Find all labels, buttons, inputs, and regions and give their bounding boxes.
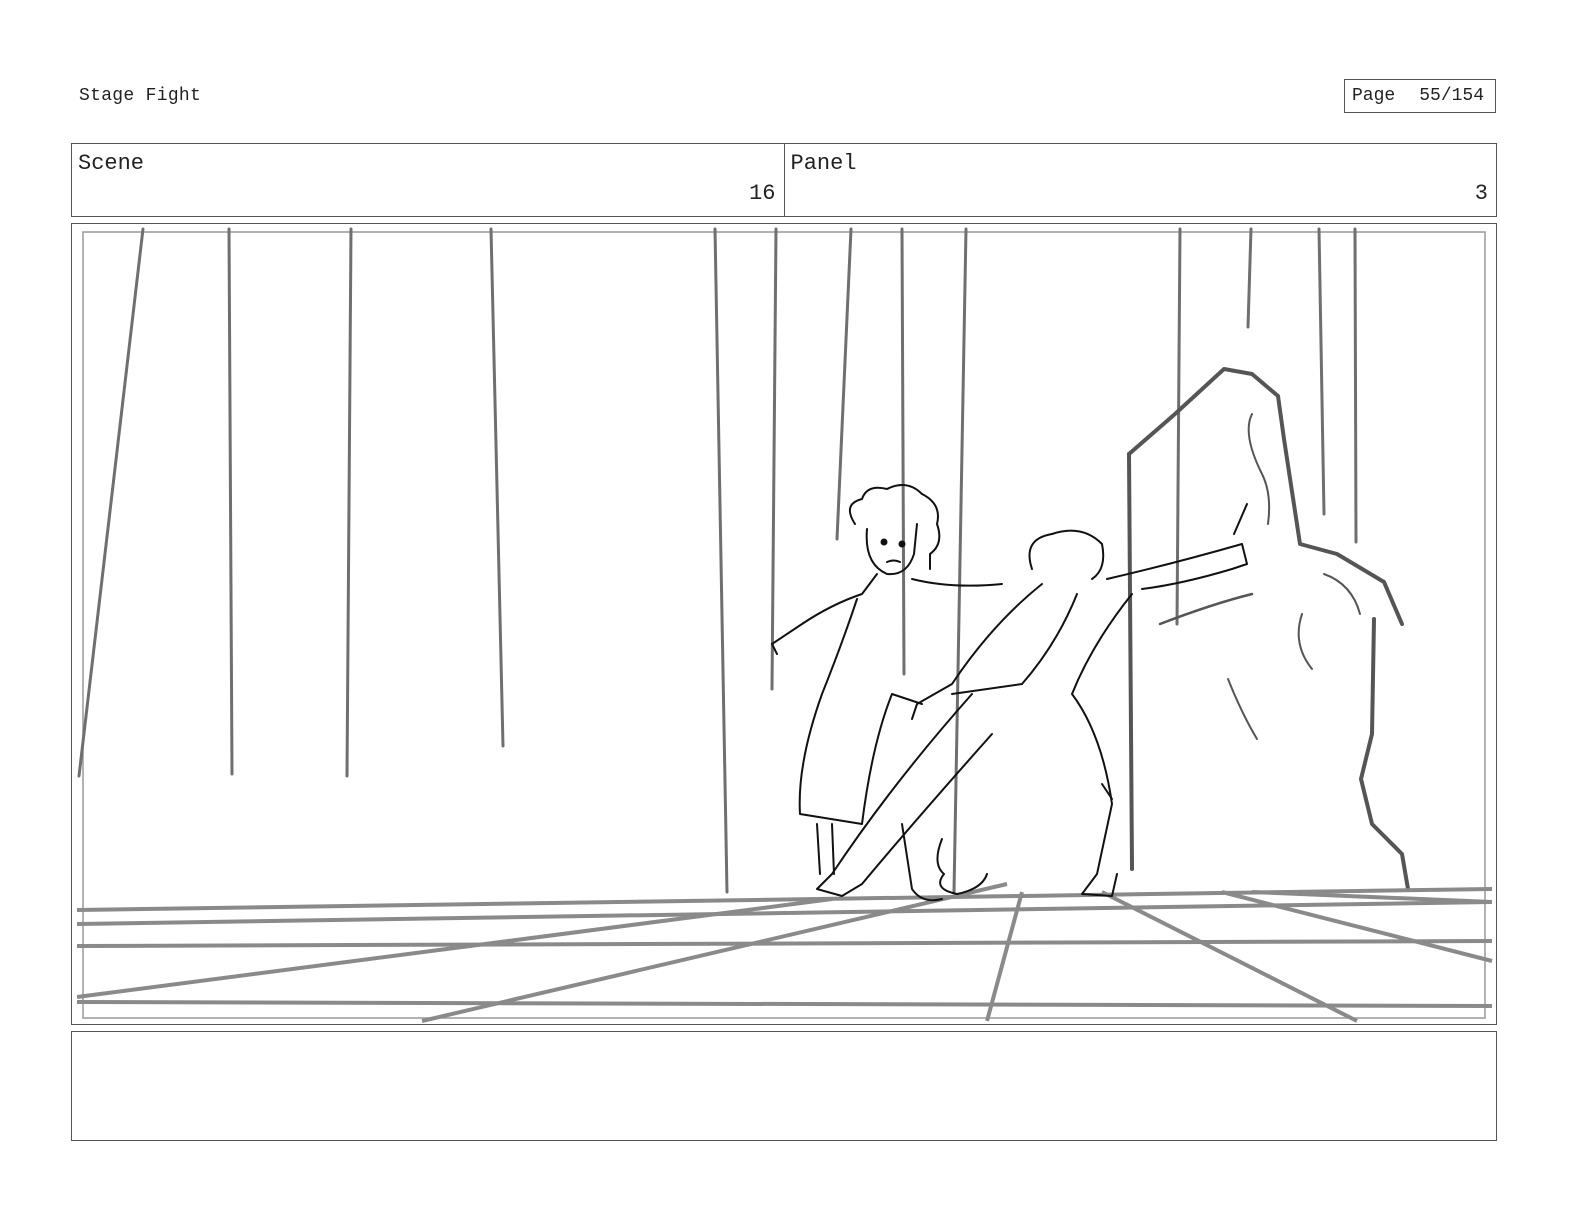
panel-cell: Panel 3: [783, 144, 1497, 216]
panel-label: Panel: [790, 151, 857, 176]
project-title: Stage Fight: [79, 86, 202, 106]
scene-label: Scene: [78, 151, 145, 176]
panel-number: 3: [1474, 181, 1488, 206]
storyboard-panel: [71, 223, 1497, 1025]
scene-panel-header: Scene 16 Panel 3: [71, 143, 1497, 217]
scene-cell: Scene 16: [72, 144, 784, 216]
stage-floor: [76, 882, 1493, 1023]
panel-sketch: [76, 227, 1493, 1023]
curtain-lines: [77, 227, 1358, 894]
action-notes-box[interactable]: [71, 1031, 1497, 1141]
characters-sketch: [771, 484, 1248, 902]
scene-number: 16: [749, 181, 776, 206]
page-label: Page: [1352, 86, 1396, 106]
page-indicator: Page 55/154: [1344, 79, 1496, 113]
rock-prop: [1127, 367, 1410, 891]
page-number: 55/154: [1419, 86, 1485, 106]
